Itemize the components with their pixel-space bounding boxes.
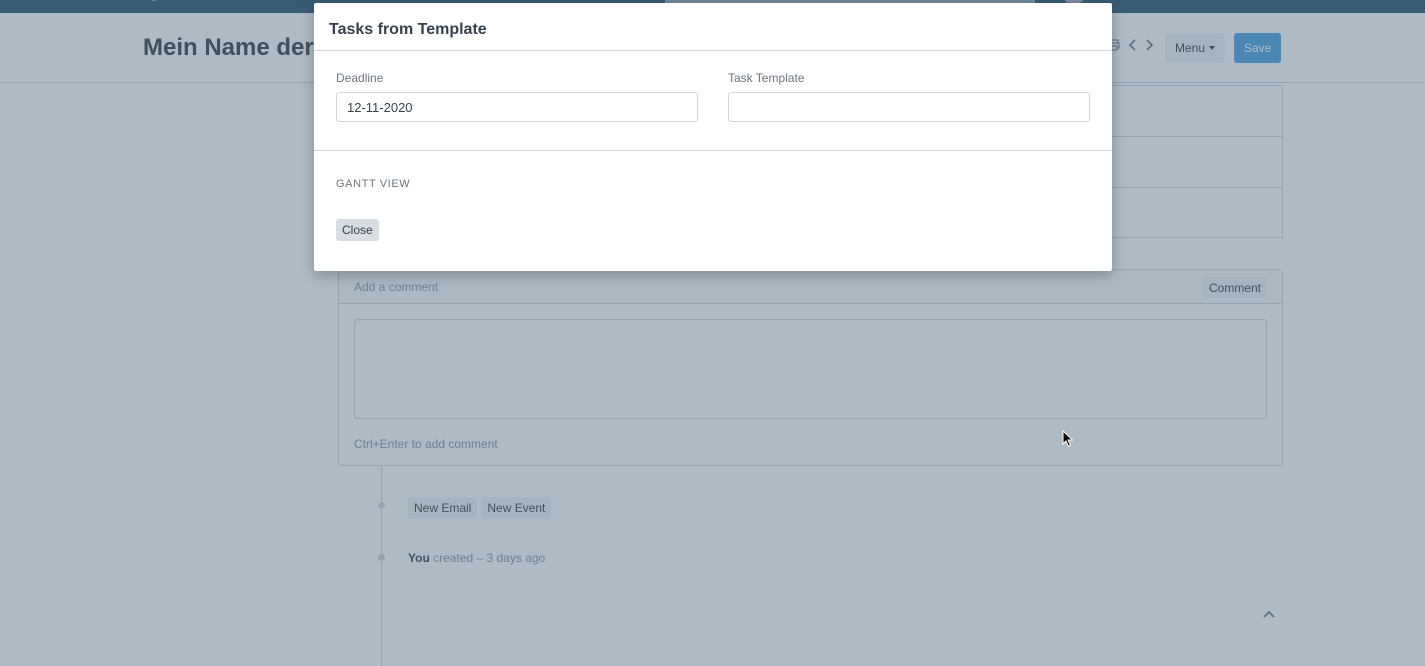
task-template-label: Task Template <box>728 71 805 85</box>
close-button[interactable]: Close <box>336 219 379 241</box>
mouse-cursor-icon <box>1062 430 1074 448</box>
task-template-input[interactable] <box>728 92 1090 122</box>
task-template-field: Task Template <box>728 71 1090 122</box>
deadline-input[interactable]: 12-11-2020 <box>336 92 698 122</box>
tasks-from-template-dialog: Tasks from Template Deadline 12-11-2020 … <box>314 3 1112 271</box>
deadline-field: Deadline 12-11-2020 <box>336 71 698 122</box>
modal-header: Tasks from Template <box>314 3 1112 51</box>
deadline-label: Deadline <box>336 71 384 85</box>
gantt-view-section-label: GANTT VIEW <box>336 178 411 190</box>
modal-title: Tasks from Template <box>329 21 487 38</box>
modal-body: Deadline 12-11-2020 Task Template <box>314 51 1112 151</box>
